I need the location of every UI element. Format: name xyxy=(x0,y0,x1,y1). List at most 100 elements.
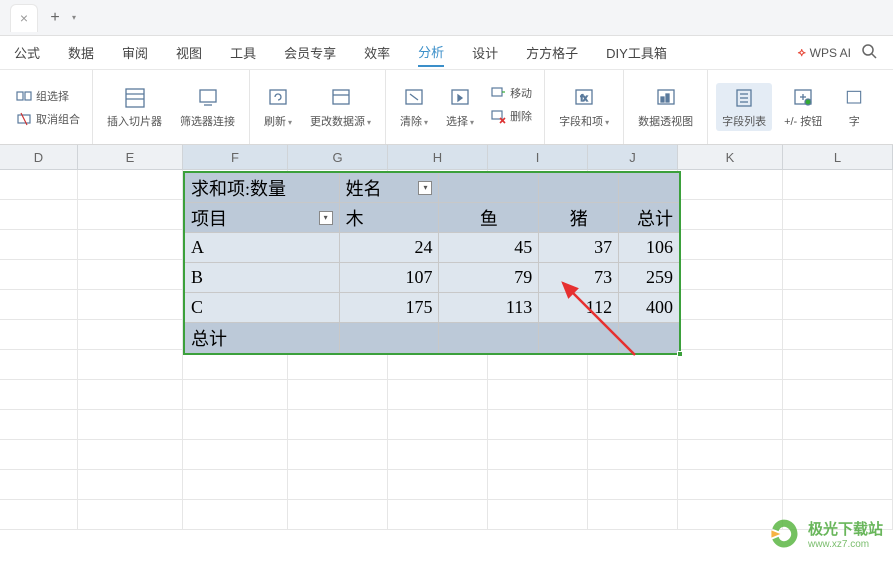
move-button[interactable]: 移动 xyxy=(486,83,536,103)
cell[interactable] xyxy=(183,440,288,470)
cell[interactable] xyxy=(488,440,588,470)
pivot-col-field[interactable]: 姓名 ▾ xyxy=(340,173,440,203)
delete-button[interactable]: 删除 xyxy=(486,106,536,126)
pivot-grand-total[interactable]: 总计 xyxy=(185,323,340,353)
pivot-table[interactable]: 求和项:数量 姓名 ▾ 项目 ▾ 木 鱼 猪 总计 A 24 45 37 106 xyxy=(183,171,681,355)
cell[interactable] xyxy=(488,380,588,410)
cell[interactable] xyxy=(78,410,183,440)
cell[interactable] xyxy=(0,440,78,470)
pivot-row-field[interactable]: 项目 ▾ xyxy=(185,203,340,233)
pivot-data[interactable]: 73 xyxy=(539,263,619,293)
cell[interactable] xyxy=(783,440,893,470)
cell[interactable] xyxy=(288,470,388,500)
cell[interactable] xyxy=(388,380,488,410)
new-tab-button[interactable]: + xyxy=(43,6,67,30)
pivot-data[interactable]: 106 xyxy=(619,233,679,263)
cell[interactable] xyxy=(0,380,78,410)
col-header-e[interactable]: E xyxy=(78,145,183,170)
menu-diy[interactable]: DIY工具箱 xyxy=(606,39,667,66)
col-header-d[interactable]: D xyxy=(0,145,78,170)
filter-conn-button[interactable]: 筛选器连接 xyxy=(174,83,241,131)
cell[interactable] xyxy=(78,500,183,530)
cell[interactable] xyxy=(78,200,183,230)
cell[interactable] xyxy=(288,410,388,440)
pivot-data[interactable]: 79 xyxy=(439,263,539,293)
cell[interactable] xyxy=(678,290,783,320)
cell[interactable] xyxy=(488,500,588,530)
cell[interactable] xyxy=(588,440,678,470)
pivot-blank[interactable] xyxy=(539,173,619,203)
cell[interactable] xyxy=(388,440,488,470)
cell[interactable] xyxy=(783,320,893,350)
plus-minus-button[interactable]: +/- 按钮 xyxy=(778,83,828,131)
cell[interactable] xyxy=(678,380,783,410)
cell[interactable] xyxy=(78,380,183,410)
cell[interactable] xyxy=(783,470,893,500)
cell[interactable] xyxy=(78,290,183,320)
cell[interactable] xyxy=(183,500,288,530)
cell[interactable] xyxy=(0,350,78,380)
cell[interactable] xyxy=(488,410,588,440)
cell[interactable] xyxy=(0,320,78,350)
cell[interactable] xyxy=(183,410,288,440)
cell[interactable] xyxy=(588,410,678,440)
pivot-blank[interactable] xyxy=(340,323,440,353)
cell[interactable] xyxy=(783,290,893,320)
cell[interactable] xyxy=(678,350,783,380)
col-header-h[interactable]: H xyxy=(388,145,488,170)
cell[interactable] xyxy=(678,320,783,350)
cell[interactable] xyxy=(0,500,78,530)
pivot-row-a[interactable]: A xyxy=(185,233,340,263)
cell[interactable] xyxy=(0,260,78,290)
cell[interactable] xyxy=(678,440,783,470)
cell[interactable] xyxy=(0,470,78,500)
pivot-row-c[interactable]: C xyxy=(185,293,340,323)
cell[interactable] xyxy=(288,440,388,470)
pivot-row-b[interactable]: B xyxy=(185,263,340,293)
cell[interactable] xyxy=(678,410,783,440)
col-header-f[interactable]: F xyxy=(183,145,288,170)
cell[interactable] xyxy=(588,380,678,410)
pivot-blank[interactable] xyxy=(619,173,679,203)
cell[interactable] xyxy=(678,200,783,230)
cell[interactable] xyxy=(783,230,893,260)
cell[interactable] xyxy=(0,230,78,260)
cell[interactable] xyxy=(783,350,893,380)
pivot-blank[interactable] xyxy=(439,173,539,203)
cell[interactable] xyxy=(388,410,488,440)
pivot-data[interactable]: 45 xyxy=(439,233,539,263)
menu-tools[interactable]: 工具 xyxy=(230,39,256,66)
group-select-button[interactable]: 组选择 xyxy=(12,86,84,106)
cell[interactable] xyxy=(78,230,183,260)
select-button[interactable]: 选择▾ xyxy=(440,83,480,131)
menu-efficiency[interactable]: 效率 xyxy=(364,39,390,66)
pivot-data[interactable]: 112 xyxy=(539,293,619,323)
pivot-col-2[interactable]: 猪 xyxy=(539,203,619,233)
pivot-blank[interactable] xyxy=(439,323,539,353)
tab-close-button[interactable]: × xyxy=(10,4,38,32)
menu-data[interactable]: 数据 xyxy=(68,39,94,66)
menu-design[interactable]: 设计 xyxy=(472,39,498,66)
change-source-button[interactable]: 更改数据源▾ xyxy=(304,83,377,131)
menu-member[interactable]: 会员专享 xyxy=(284,39,336,66)
menu-view[interactable]: 视图 xyxy=(176,39,202,66)
cell[interactable] xyxy=(678,470,783,500)
pivot-data[interactable]: 175 xyxy=(340,293,440,323)
cell[interactable] xyxy=(783,260,893,290)
menu-analyze[interactable]: 分析 xyxy=(418,38,444,67)
pivot-sum-header[interactable]: 求和项:数量 xyxy=(185,173,340,203)
menu-fanggezi[interactable]: 方方格子 xyxy=(526,39,578,66)
pivot-col-total[interactable]: 总计 xyxy=(619,203,679,233)
field-header-button[interactable]: 字 xyxy=(834,83,868,131)
cell[interactable] xyxy=(678,260,783,290)
cell[interactable] xyxy=(183,470,288,500)
field-list-button[interactable]: 字段列表 xyxy=(716,83,772,131)
cell[interactable] xyxy=(388,470,488,500)
cell[interactable] xyxy=(588,470,678,500)
cell[interactable] xyxy=(0,290,78,320)
pivot-data[interactable]: 259 xyxy=(619,263,679,293)
cell[interactable] xyxy=(588,500,678,530)
cell[interactable] xyxy=(288,380,388,410)
pivot-chart-button[interactable]: 数据透视图 xyxy=(632,83,699,131)
pivot-data[interactable]: 107 xyxy=(340,263,440,293)
